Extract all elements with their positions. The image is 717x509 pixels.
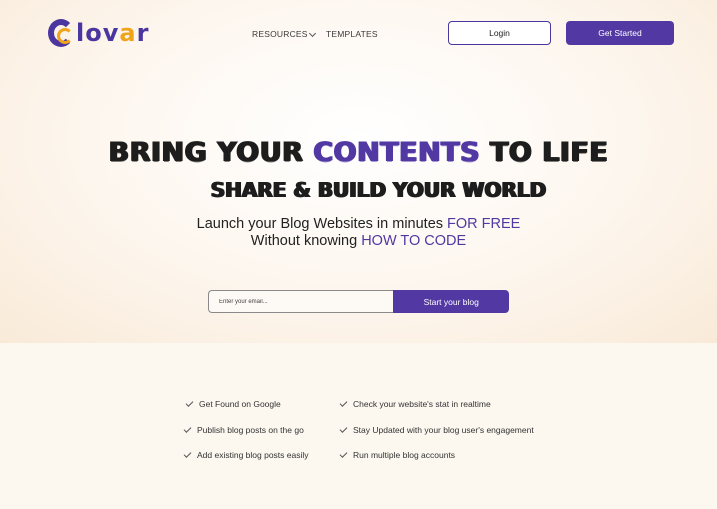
chevron-down-icon [308,29,316,37]
tagline-2-highlight: HOW TO CODE [361,233,467,249]
feature-label: Check your website's stat in realtime [353,399,491,409]
feature-item: Publish blog posts on the go [183,424,304,435]
check-icon [185,398,194,407]
headline-part-1: BRING YOUR [108,137,314,168]
get-started-button[interactable]: Get Started [566,21,674,45]
feature-item: Get Found on Google [185,398,281,409]
feature-item: Add existing blog posts easily [183,449,309,460]
feature-item: Check your website's stat in realtime [339,398,491,409]
logo[interactable]: lovar [48,17,149,49]
email-input[interactable] [208,290,394,313]
logo-mark-icon [48,19,74,47]
nav-resources-label: RESOURCES [252,29,308,39]
feature-item: Run multiple blog accounts [339,449,456,460]
hero-headline: BRING YOUR CONTENTS TO LIFE [0,137,717,168]
tagline-2-text: Without knowing [250,233,362,249]
feature-label: Add existing blog posts easily [197,450,309,460]
hero-tagline-2: Without knowing HOW TO CODE [0,233,717,249]
nav-resources[interactable]: RESOURCES [252,29,316,39]
check-icon [339,398,348,407]
check-icon [183,449,192,458]
tagline-1-text: Launch your Blog Websites in minutes [196,216,448,232]
logo-wordmark: lovar [76,19,150,47]
hero-tagline-1: Launch your Blog Websites in minutes FOR… [0,216,717,232]
login-button[interactable]: Login [448,21,551,45]
check-icon [183,424,192,433]
nav-templates-label: TEMPLATES [326,29,378,39]
feature-label: Publish blog posts on the go [197,425,304,435]
hero-subheadline: SHARE & BUILD YOUR WORLD [210,178,547,202]
tagline-1-highlight: FOR FREE [447,216,521,232]
feature-label: Get Found on Google [199,399,281,409]
signup-form: Start your blog [208,290,509,313]
feature-item: Stay Updated with your blog user's engag… [339,424,534,435]
headline-accent: CONTENTS [313,137,481,168]
feature-label: Stay Updated with your blog user's engag… [353,425,534,435]
nav-templates[interactable]: TEMPLATES [326,29,378,39]
check-icon [339,449,348,458]
feature-label: Run multiple blog accounts [353,450,456,460]
headline-part-2: TO LIFE [480,137,609,168]
start-blog-button[interactable]: Start your blog [393,290,509,313]
check-icon [339,424,348,433]
